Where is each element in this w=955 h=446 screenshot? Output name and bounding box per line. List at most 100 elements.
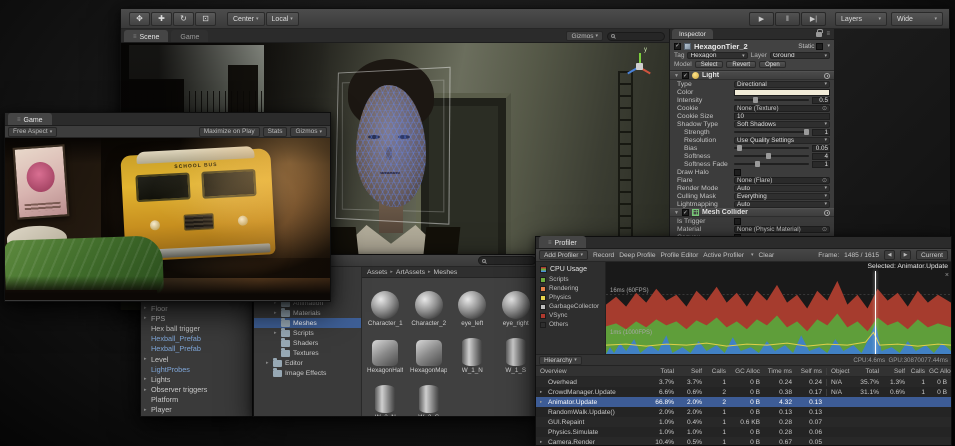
- column-header[interactable]: Self: [883, 368, 909, 375]
- scene-search-input[interactable]: [607, 32, 665, 41]
- expand-arrow-icon[interactable]: ▸: [540, 399, 546, 405]
- breadcrumb-mid[interactable]: ArtAssets: [396, 269, 425, 276]
- expand-arrow-icon[interactable]: ▸: [144, 376, 151, 382]
- asset-item[interactable]: eye_left: [451, 281, 494, 327]
- light-enabled-checkbox[interactable]: ✓: [682, 72, 689, 79]
- resolution-dropdown[interactable]: Use Quality Settings▾: [734, 137, 830, 144]
- active-checkbox[interactable]: ✓: [674, 43, 681, 50]
- game-viewport[interactable]: SCHOOL BUS: [5, 138, 330, 300]
- asset-item[interactable]: Character_2: [408, 281, 451, 327]
- expand-arrow-icon[interactable]: ▸: [266, 360, 273, 366]
- hand-tool-button[interactable]: ✥: [129, 12, 150, 26]
- tab-inspector[interactable]: Inspector: [672, 29, 713, 39]
- is-trigger-checkbox[interactable]: [734, 218, 741, 225]
- hierarchy-item[interactable]: ▸ Level: [141, 354, 252, 364]
- static-toggle[interactable]: Static▾: [798, 43, 830, 50]
- static-checkbox[interactable]: [816, 43, 823, 50]
- project-tree-item[interactable]: Shaders: [254, 338, 361, 348]
- layout-dropdown[interactable]: Wide▾: [891, 12, 943, 26]
- legend-item[interactable]: VSync: [540, 311, 601, 320]
- lightmapping-dropdown[interactable]: Auto▾: [734, 201, 830, 208]
- active-profiler-dropdown[interactable]: Active Profiler: [703, 252, 744, 259]
- profiler-table-row[interactable]: ▸Camera.Render 10.4% 0.5% 1 0 B 0.67 0.0…: [536, 437, 951, 445]
- column-header[interactable]: Total: [648, 368, 678, 375]
- bias-slider[interactable]: 0.05: [734, 145, 830, 152]
- cpu-usage-header[interactable]: CPU Usage: [540, 264, 601, 275]
- legend-item[interactable]: Scripts: [540, 275, 601, 284]
- legend-item[interactable]: GarbageCollector: [540, 302, 601, 311]
- light-type-dropdown[interactable]: Directional▾: [734, 81, 830, 88]
- strength-slider[interactable]: 1: [734, 129, 830, 136]
- mesh-collider-component-header[interactable]: ▼ ✓ Mesh Collider: [670, 208, 834, 217]
- flare-object-field[interactable]: None (Flare)⊙: [734, 177, 830, 184]
- asset-item[interactable]: HexagonMap: [408, 328, 451, 374]
- render-mode-dropdown[interactable]: Auto▾: [734, 185, 830, 192]
- add-profiler-dropdown[interactable]: Add Profiler▾: [539, 250, 588, 260]
- hierarchy-mode-dropdown[interactable]: Hierarchy▾: [539, 356, 582, 365]
- pause-button[interactable]: ‖: [775, 12, 800, 26]
- tab-scene[interactable]: ≡Scene: [124, 30, 168, 42]
- foldout-icon[interactable]: ▼: [674, 210, 679, 216]
- aspect-dropdown[interactable]: Free Aspect▾: [8, 127, 57, 137]
- column-header[interactable]: Calls: [706, 368, 730, 375]
- hierarchy-item[interactable]: Hex ball trigger: [141, 323, 252, 333]
- frame-scrubber-line[interactable]: [875, 271, 876, 354]
- revert-button[interactable]: Revert: [726, 61, 756, 68]
- hierarchy-item[interactable]: Hexball_Prefab: [141, 334, 252, 344]
- hierarchy-item[interactable]: ▸ Lights: [141, 374, 252, 384]
- column-header[interactable]: Self: [678, 368, 706, 375]
- column-header[interactable]: Overview: [536, 368, 648, 375]
- expand-arrow-icon[interactable]: ▸: [144, 387, 151, 393]
- space-toggle-button[interactable]: Local▾: [266, 12, 299, 26]
- asset-item[interactable]: W_2_S: [408, 375, 451, 416]
- light-component-header[interactable]: ▼ ✓ Light: [670, 71, 834, 80]
- move-tool-button[interactable]: ✚: [151, 12, 172, 26]
- expand-arrow-icon[interactable]: ▸: [540, 389, 546, 395]
- deep-profile-toggle[interactable]: Deep Profile: [619, 252, 655, 259]
- hierarchy-item[interactable]: LightProbes: [141, 364, 252, 374]
- asset-item[interactable]: W_1_N: [451, 328, 494, 374]
- asset-item[interactable]: Character_1: [364, 281, 407, 327]
- project-tree-item[interactable]: Meshes: [254, 318, 361, 328]
- scene-orientation-gizmo[interactable]: y: [623, 51, 657, 85]
- profiler-table-row[interactable]: ▸Animator.Update 66.8% 2.0% 2 0 B 4.32 0…: [536, 397, 951, 407]
- draw-halo-checkbox[interactable]: [734, 169, 741, 176]
- foldout-icon[interactable]: ▼: [674, 73, 679, 79]
- play-button[interactable]: ▶: [749, 12, 774, 26]
- open-button[interactable]: Open: [759, 61, 786, 68]
- profiler-table-row[interactable]: Overhead 3.7% 3.7% 1 0 B 0.24 0.24 N/A 3…: [536, 377, 951, 387]
- clear-button[interactable]: Clear: [758, 252, 774, 259]
- stats-button[interactable]: Stats: [263, 127, 288, 137]
- project-tree-item[interactable]: ▸ Scripts: [254, 328, 361, 338]
- game-gizmos-dropdown[interactable]: Gizmos▾: [290, 127, 327, 137]
- culling-mask-dropdown[interactable]: Everything▾: [734, 193, 830, 200]
- column-header[interactable]: GC Alloc: [929, 368, 951, 375]
- expand-arrow-icon[interactable]: ▸: [274, 310, 281, 316]
- project-tree-item[interactable]: Image Effects: [254, 368, 361, 378]
- gear-icon[interactable]: [824, 73, 830, 79]
- physic-material-field[interactable]: None (Physic Material)⊙: [734, 226, 830, 233]
- column-header[interactable]: GC Alloc: [730, 368, 764, 375]
- tab-game[interactable]: Game: [171, 30, 208, 42]
- lock-icon[interactable]: [816, 32, 822, 37]
- tab-game-view[interactable]: ≡Game: [8, 113, 52, 125]
- breadcrumb-root[interactable]: Assets: [367, 269, 387, 276]
- profiler-table-row[interactable]: RandomWalk.Update() 2.0% 2.0% 1 0 B 0.13…: [536, 407, 951, 417]
- asset-item[interactable]: HexagonHalf: [364, 328, 407, 374]
- step-button[interactable]: ▶|: [801, 12, 826, 26]
- layer-dropdown[interactable]: Ground▾: [770, 52, 830, 59]
- object-picker-icon[interactable]: ⊙: [822, 226, 827, 233]
- tag-dropdown[interactable]: Hexagon▾: [687, 52, 747, 59]
- cookie-size-field[interactable]: 10: [734, 113, 830, 120]
- profiler-table-row[interactable]: ▸CrowdManager.Update 6.6% 0.6% 2 0 B 0.3…: [536, 387, 951, 397]
- legend-item[interactable]: Rendering: [540, 284, 601, 293]
- asset-item[interactable]: W_1_S: [495, 328, 538, 374]
- chart-plot-area[interactable]: [606, 271, 951, 354]
- hierarchy-item[interactable]: ▸ Floor: [141, 303, 252, 313]
- project-search-input[interactable]: [478, 256, 536, 265]
- breadcrumb-leaf[interactable]: Meshes: [434, 269, 458, 276]
- expand-arrow-icon[interactable]: ▸: [144, 356, 151, 362]
- expand-arrow-icon[interactable]: ▸: [144, 305, 151, 311]
- softness-slider[interactable]: 4: [734, 153, 830, 160]
- next-frame-button[interactable]: ▶: [900, 250, 911, 260]
